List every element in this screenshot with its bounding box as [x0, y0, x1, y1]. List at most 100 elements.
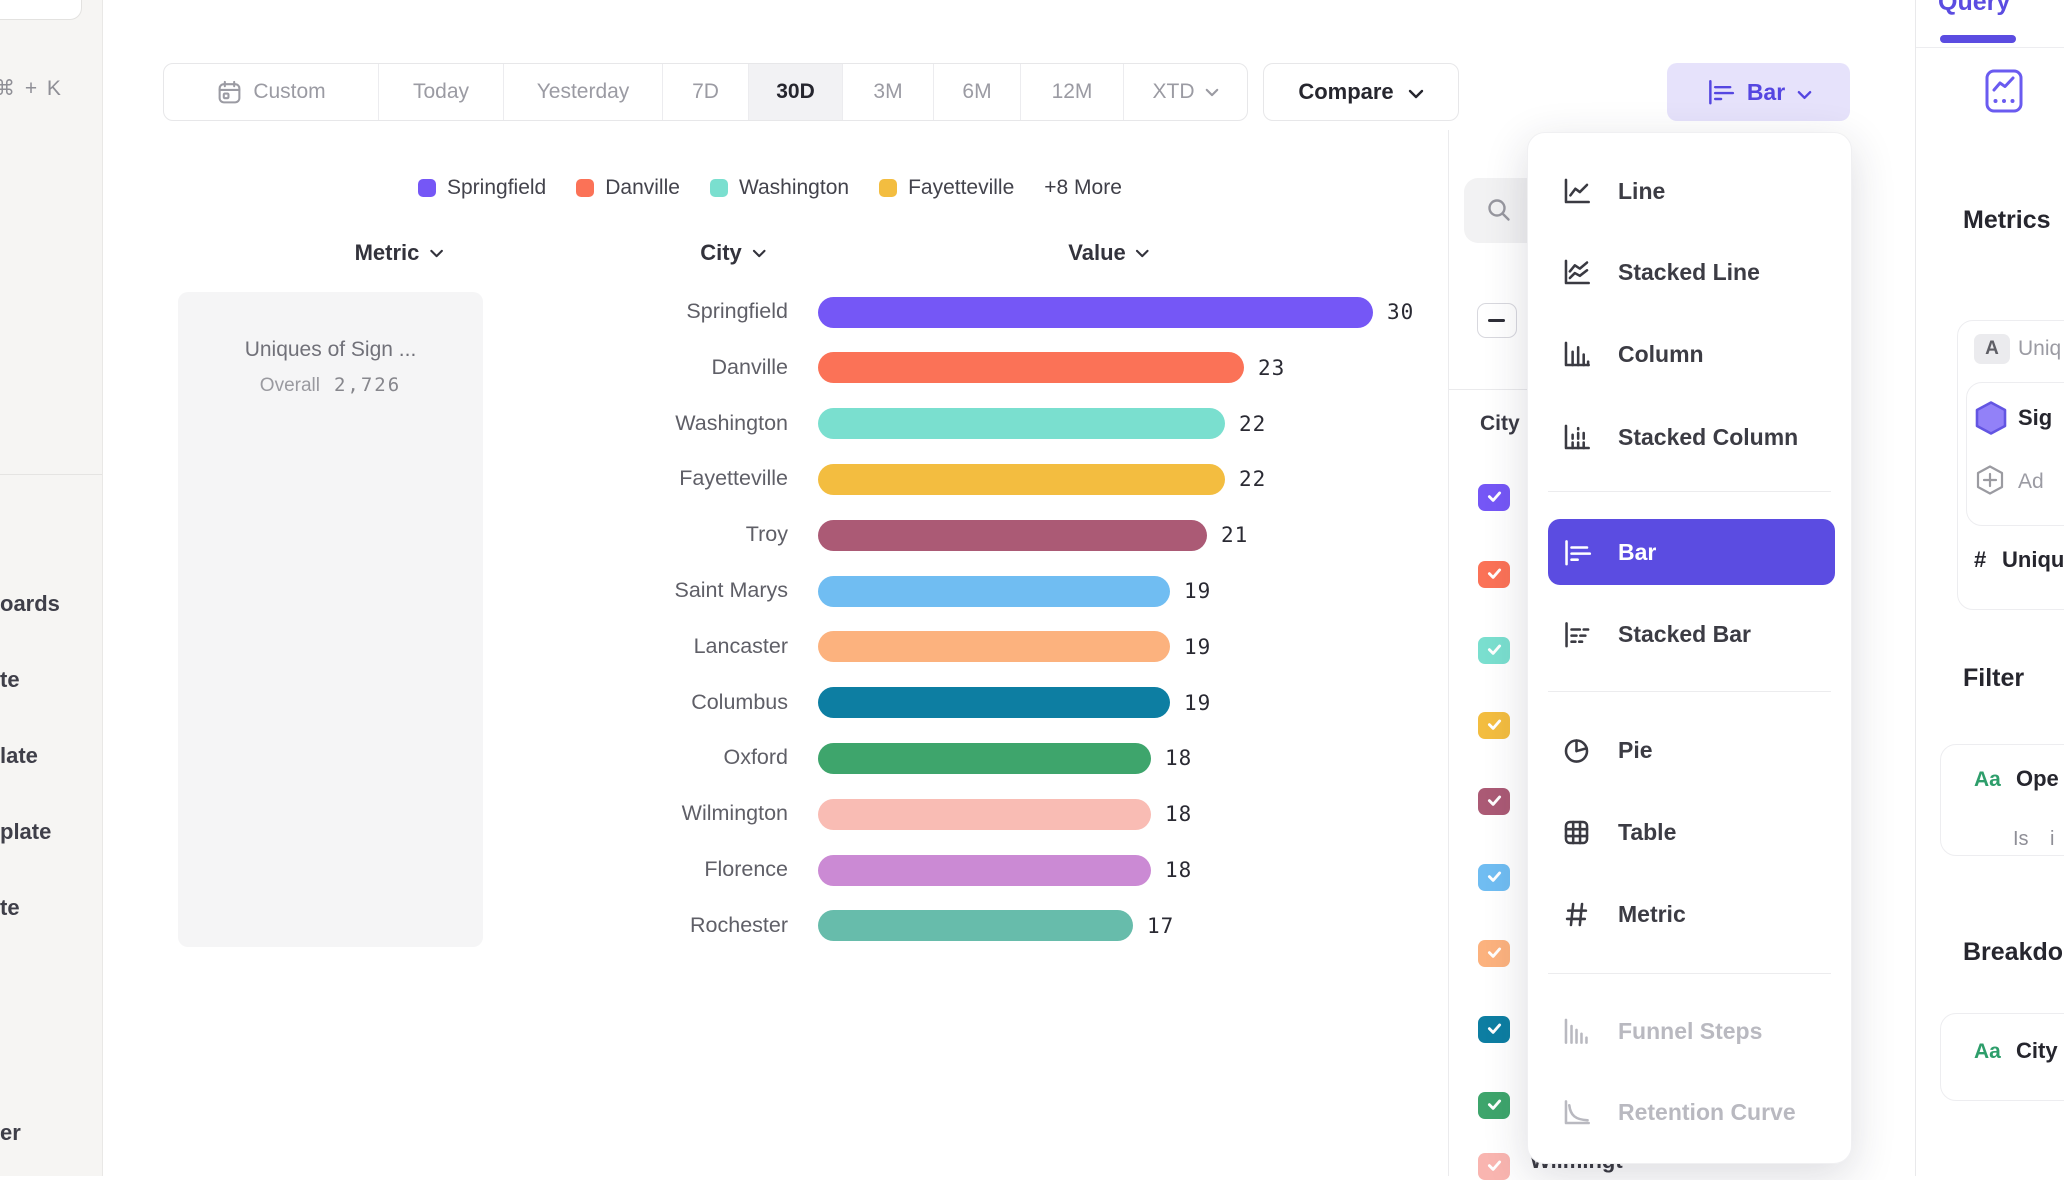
- retention-curve-icon: [1561, 1097, 1592, 1128]
- legend-item[interactable]: Danville: [576, 176, 680, 200]
- bar-springfield: [818, 297, 1373, 328]
- bar-value-label: 19: [1184, 691, 1211, 715]
- menu-item-stacked-bar[interactable]: Stacked Bar: [1528, 601, 1851, 667]
- minus-icon: [1488, 319, 1505, 322]
- menu-item-column[interactable]: Column: [1528, 321, 1851, 387]
- add-event-label[interactable]: Ad: [2018, 470, 2044, 494]
- menu-item-line[interactable]: Line: [1528, 158, 1851, 224]
- menu-item-stacked-line[interactable]: Stacked Line: [1528, 239, 1851, 305]
- column-header-city[interactable]: City: [700, 240, 766, 266]
- stacked-line-chart-icon: [1561, 257, 1592, 288]
- event-hexagon-icon: [1974, 400, 2008, 436]
- city-checkbox[interactable]: [1478, 484, 1510, 511]
- checkmark-icon: [1487, 1023, 1502, 1035]
- city-checkbox[interactable]: [1478, 637, 1510, 664]
- bar-wilmington: [818, 799, 1151, 830]
- menu-item-table[interactable]: Table: [1528, 799, 1851, 865]
- bar-value-label: 19: [1184, 579, 1211, 603]
- sidebar-search-box[interactable]: [0, 0, 82, 20]
- legend-more-button[interactable]: +8 More: [1044, 176, 1122, 200]
- bar-row-label: Saint Marys: [483, 578, 788, 603]
- aggregation-text[interactable]: Uniqu: [2002, 547, 2064, 573]
- bar-oxford: [818, 743, 1151, 774]
- chevron-down-icon: [1205, 88, 1219, 97]
- filter-card: [1940, 744, 2064, 856]
- sidebar-item[interactable]: oards: [0, 591, 60, 617]
- filter-type-badge: Aa: [1974, 768, 2001, 792]
- sidebar-item[interactable]: plate: [0, 819, 51, 845]
- menu-item-metric[interactable]: Metric: [1528, 881, 1851, 947]
- date-range-xtd[interactable]: XTD: [1124, 64, 1247, 120]
- column-header-value[interactable]: Value: [1068, 240, 1149, 266]
- city-checkbox[interactable]: [1478, 788, 1510, 815]
- date-range-custom[interactable]: Custom: [164, 64, 379, 120]
- bar-danville: [818, 352, 1244, 383]
- sidebar-item[interactable]: er: [0, 1120, 21, 1146]
- menu-item-pie[interactable]: Pie: [1528, 717, 1851, 783]
- city-checkbox[interactable]: [1478, 712, 1510, 739]
- menu-divider: [1548, 691, 1831, 692]
- date-range-30d[interactable]: 30D: [749, 64, 843, 120]
- sidebar-item[interactable]: te: [0, 667, 20, 693]
- date-range-3m[interactable]: 3M: [843, 64, 934, 120]
- city-checkbox[interactable]: [1478, 1092, 1510, 1119]
- bar-value-label: 18: [1165, 802, 1192, 826]
- bar-value-label: 21: [1221, 523, 1248, 547]
- bar-fayetteville: [818, 464, 1225, 495]
- compare-button[interactable]: Compare: [1263, 63, 1459, 121]
- legend-item[interactable]: Springfield: [418, 176, 546, 200]
- city-checkbox[interactable]: [1478, 561, 1510, 588]
- metric-title: Uniques of Sign ...: [178, 338, 483, 362]
- breakdown-property[interactable]: City: [2016, 1038, 2058, 1064]
- city-checkbox[interactable]: [1478, 864, 1510, 891]
- chart-type-label: Bar: [1747, 79, 1785, 106]
- chevron-down-icon: [752, 249, 766, 258]
- active-tab-indicator: [1940, 35, 2016, 43]
- city-checkbox[interactable]: [1478, 1153, 1510, 1180]
- legend-item[interactable]: Washington: [710, 176, 849, 200]
- bar-chart-icon: [1561, 537, 1592, 568]
- breakdown-heading: Breakdo: [1963, 938, 2063, 967]
- line-chart-icon: [1561, 176, 1592, 207]
- left-sidebar: ⌘ + K oardstelateplateteer: [0, 0, 103, 1176]
- date-range-yesterday[interactable]: Yesterday: [504, 64, 663, 120]
- menu-item-bar[interactable]: Bar: [1548, 519, 1835, 585]
- column-chart-icon: [1561, 339, 1592, 370]
- date-range-today[interactable]: Today: [379, 64, 504, 120]
- filter-operator[interactable]: Is: [2013, 828, 2029, 851]
- sidebar-divider: [0, 474, 102, 475]
- city-checkbox[interactable]: [1478, 940, 1510, 967]
- tab-query[interactable]: Query: [1938, 0, 2010, 17]
- event-name[interactable]: Sig: [2018, 405, 2052, 431]
- menu-item-stacked-column[interactable]: Stacked Column: [1528, 404, 1851, 470]
- bar-value-label: 17: [1147, 914, 1174, 938]
- date-range-12m[interactable]: 12M: [1021, 64, 1124, 120]
- bar-washington: [818, 408, 1225, 439]
- checkmark-icon: [1487, 719, 1502, 731]
- column-header-metric[interactable]: Metric: [355, 240, 444, 266]
- chart-legend: Springfield Danville Washington Fayettevill…: [418, 176, 1122, 200]
- metric-card[interactable]: Uniques of Sign ... Overall 2,726: [178, 292, 483, 947]
- chevron-down-icon: [1408, 79, 1424, 105]
- checkmark-icon: [1487, 871, 1502, 883]
- filter-value[interactable]: i: [2050, 828, 2054, 851]
- sidebar-item[interactable]: te: [0, 895, 20, 921]
- legend-item[interactable]: Fayetteville: [879, 176, 1014, 200]
- legend-swatch: [879, 179, 897, 197]
- filter-property[interactable]: Ope: [2016, 766, 2059, 792]
- city-checkbox[interactable]: [1478, 1016, 1510, 1043]
- bar-value-label: 19: [1184, 635, 1211, 659]
- date-range-6m[interactable]: 6M: [934, 64, 1021, 120]
- sidebar-item[interactable]: late: [0, 743, 38, 769]
- chart-type-button[interactable]: Bar: [1667, 63, 1850, 121]
- bar-lancaster: [818, 631, 1170, 662]
- date-range-7d[interactable]: 7D: [663, 64, 749, 120]
- metric-type-badge[interactable]: A: [1974, 334, 2010, 364]
- bar-row-label: Danville: [483, 355, 788, 380]
- collapse-all-button[interactable]: [1477, 303, 1517, 338]
- bar-row-label: Troy: [483, 522, 788, 547]
- menu-divider: [1548, 973, 1831, 974]
- metric-type-text[interactable]: Uniq: [2018, 337, 2061, 361]
- city-list-header: City: [1480, 412, 1520, 436]
- add-event-icon[interactable]: [1975, 464, 2005, 496]
